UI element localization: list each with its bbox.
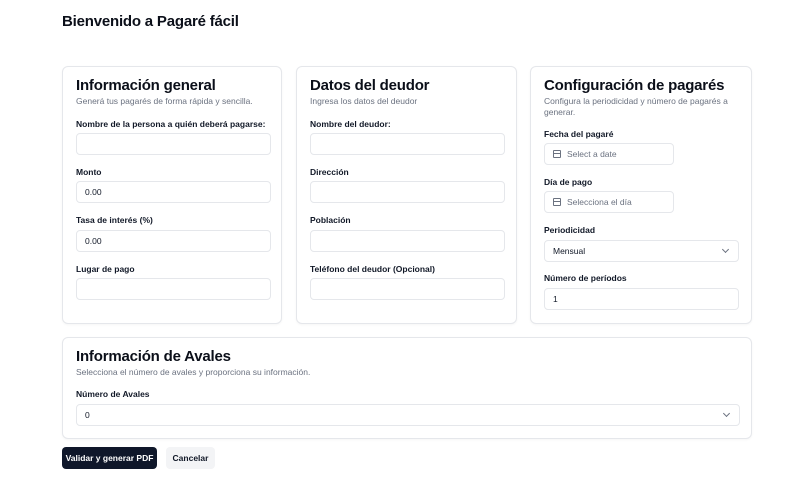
debtor-name-input[interactable] [310,133,505,155]
general-info-card: Información general Generá tus pagarés d… [62,66,282,324]
periodicity-value: Mensual [553,246,586,256]
periodicity-label: Periodicidad [544,225,596,235]
guarantors-count-label: Número de Avales [76,389,150,399]
debtor-name-label: Nombre del deudor: [310,119,391,129]
interest-rate-input[interactable]: 0.00 [76,230,271,252]
chevron-down-icon [722,409,731,418]
guarantors-count-value: 0 [85,410,90,420]
note-date-picker[interactable]: Select a date [544,143,674,165]
debtor-address-input[interactable] [310,181,505,203]
guarantors-card: Información de Avales Selecciona el núme… [62,337,752,439]
page-title: Bienvenido a Pagaré fácil [62,13,239,30]
debtor-town-input[interactable] [310,230,505,252]
amount-label: Monto [76,167,102,177]
guarantors-description: Selecciona el número de avales y proporc… [76,367,311,377]
calendar-icon [553,150,561,158]
debtor-address-label: Dirección [310,167,349,177]
payee-label: Nombre de la persona a quién deberá paga… [76,119,266,129]
debtor-phone-input[interactable] [310,278,505,300]
general-info-description: Generá tus pagarés de forma rápida y sen… [76,96,253,106]
debtor-title: Datos del deudor [310,77,430,94]
config-title: Configuración de pagarés [544,77,725,94]
payee-input[interactable] [76,133,271,155]
config-description: Configura la periodicidad y número de pa… [544,96,728,117]
guarantors-title: Información de Avales [76,348,231,365]
interest-rate-value: 0.00 [85,236,102,246]
amount-input[interactable]: 0.00 [76,181,271,203]
payday-placeholder: Selecciona el día [567,197,632,207]
payment-place-label: Lugar de pago [76,264,135,274]
chevron-down-icon [721,245,730,254]
payday-label: Día de pago [544,177,593,187]
periods-value: 1 [553,294,558,304]
config-card: Configuración de pagarés Configura la pe… [530,66,752,324]
amount-value: 0.00 [85,187,102,197]
debtor-phone-label: Teléfono del deudor (Opcional) [310,264,435,274]
validate-generate-pdf-button[interactable]: Validar y generar PDF [62,447,157,469]
periods-label: Número de períodos [544,273,627,283]
periodicity-select[interactable]: Mensual [544,240,739,262]
debtor-card: Datos del deudor Ingresa los datos del d… [296,66,517,324]
interest-rate-label: Tasa de interés (%) [76,215,153,225]
note-date-label: Fecha del pagaré [544,129,614,139]
periods-input[interactable]: 1 [544,288,739,310]
debtor-description: Ingresa los datos del deudor [310,96,418,106]
debtor-town-label: Población [310,215,351,225]
payday-picker[interactable]: Selecciona el día [544,191,674,213]
general-info-title: Información general [76,77,216,94]
cancel-button[interactable]: Cancelar [166,447,215,469]
payment-place-input[interactable] [76,278,271,300]
guarantors-count-select[interactable]: 0 [76,404,740,426]
note-date-placeholder: Select a date [567,149,617,159]
calendar-icon [553,198,561,206]
